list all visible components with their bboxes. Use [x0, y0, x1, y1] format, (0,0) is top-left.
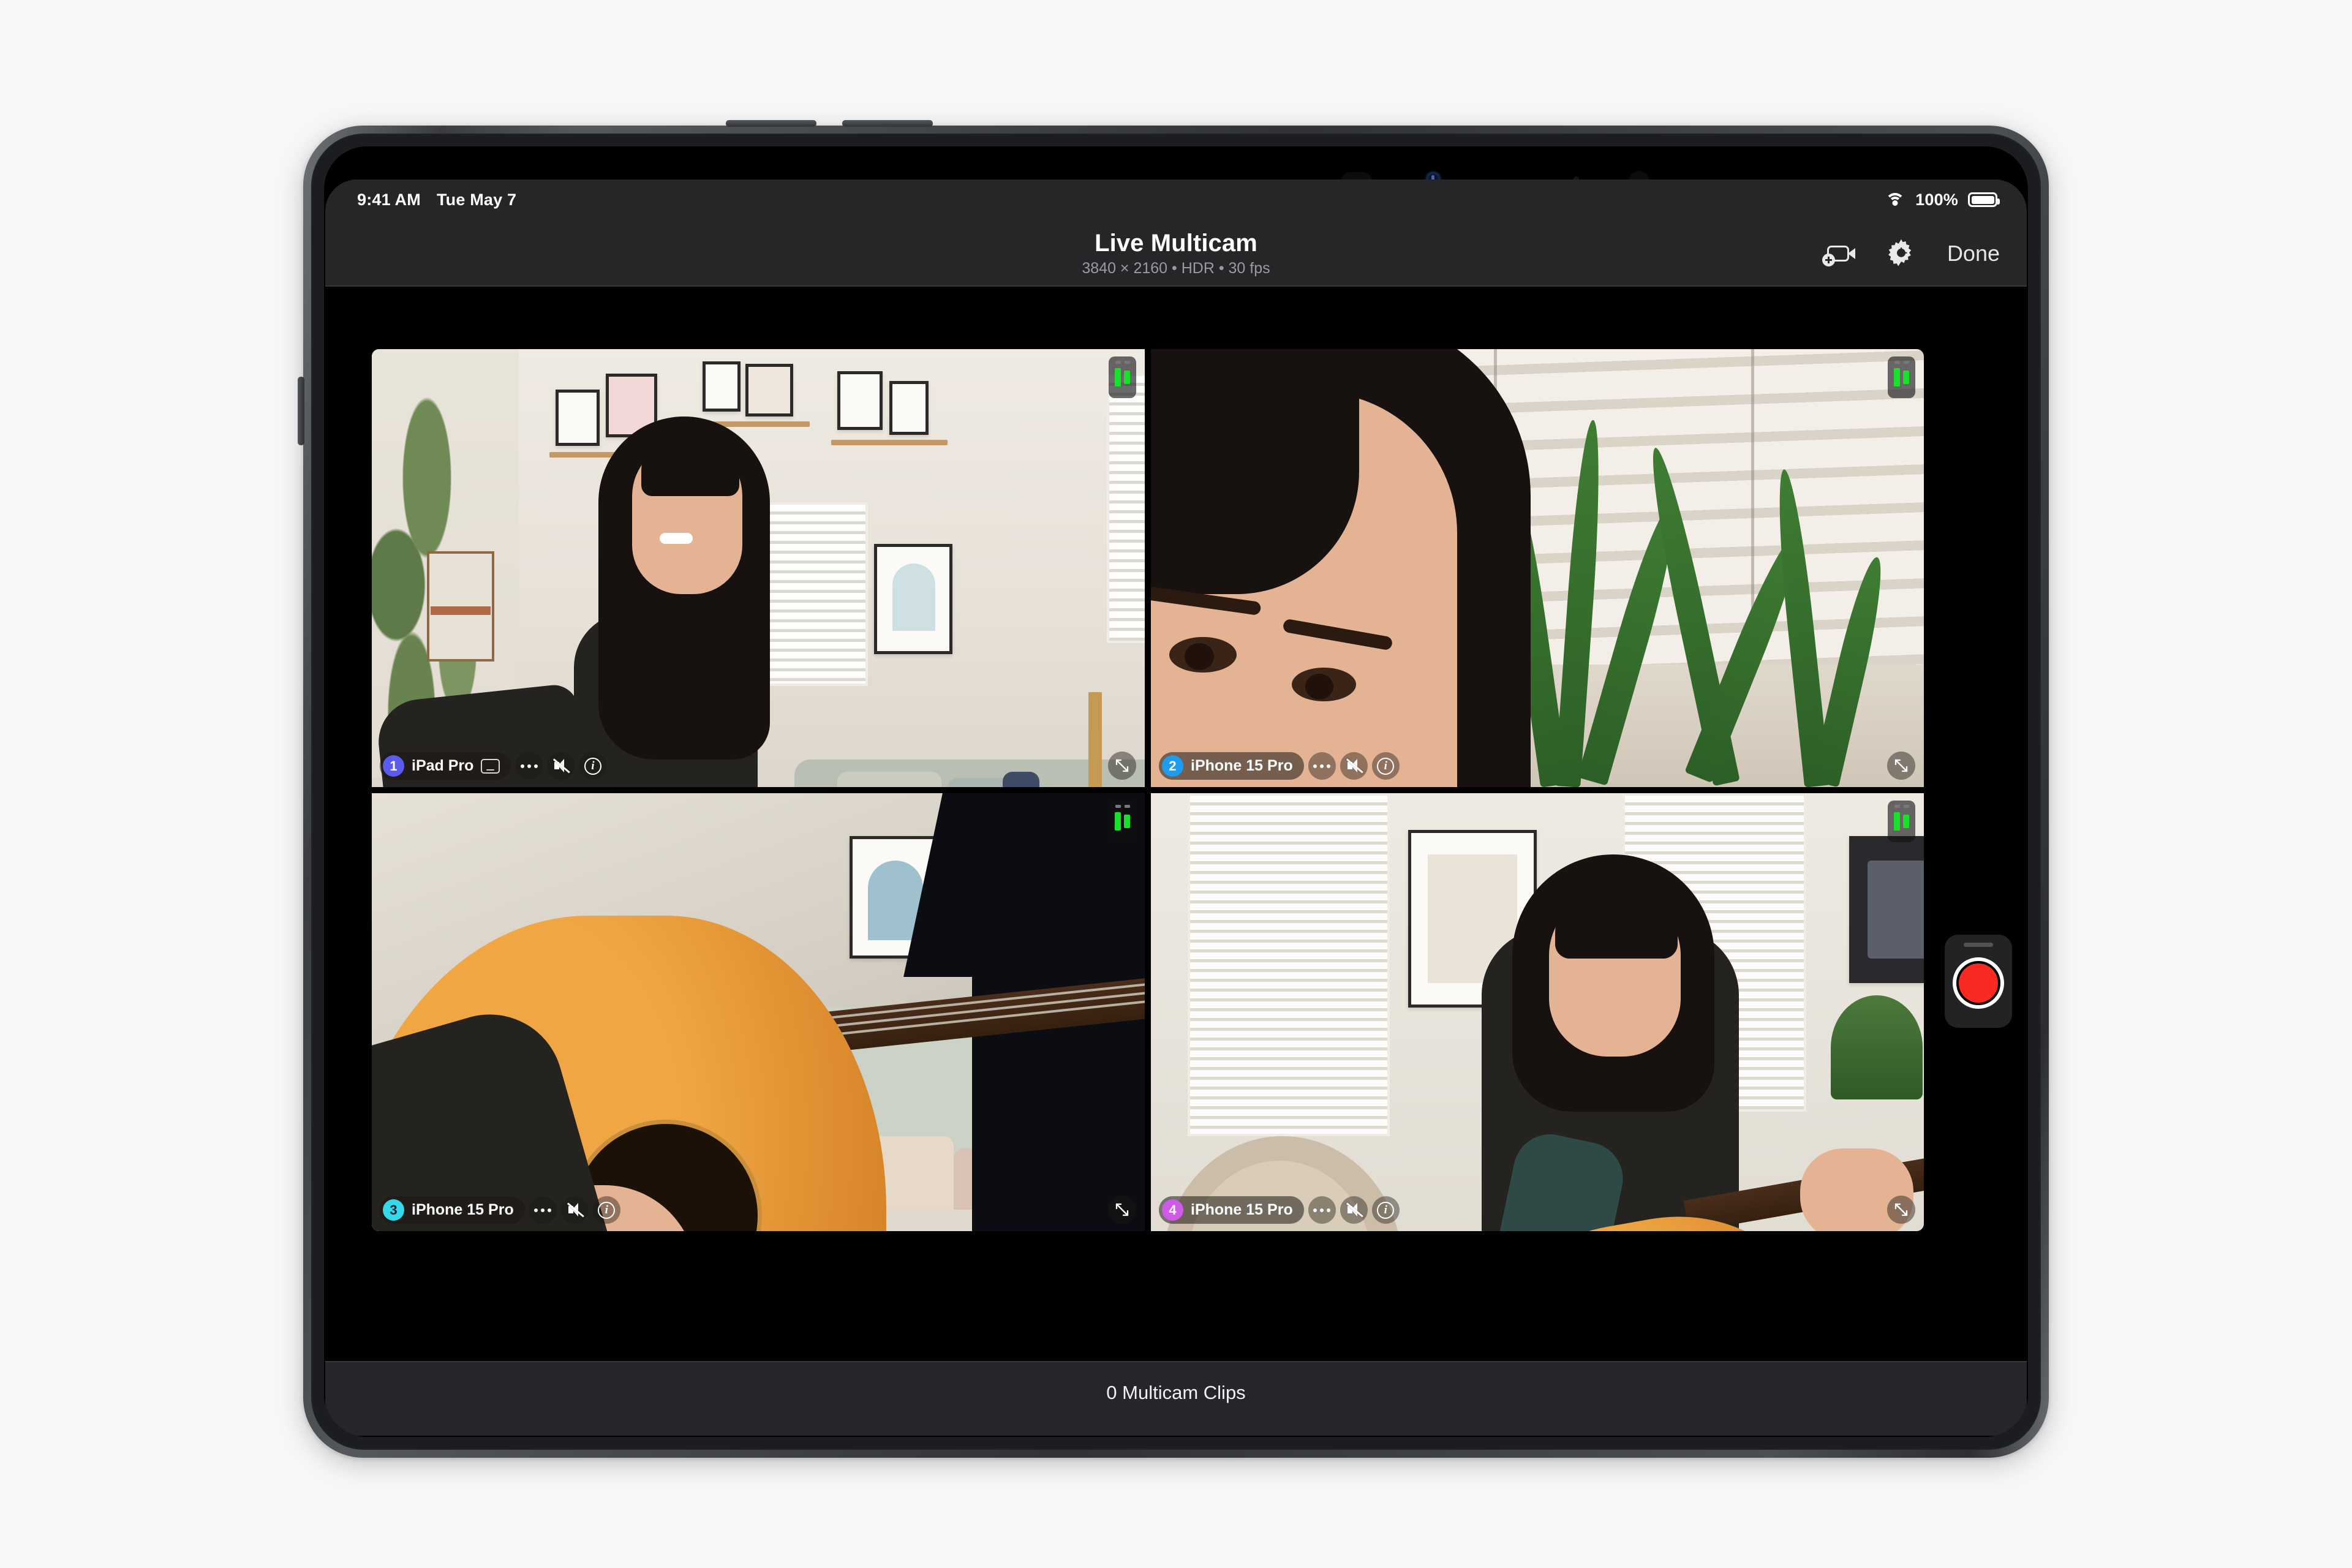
- clips-count-label: 0 Multicam Clips: [1106, 1382, 1246, 1403]
- volume-down-button[interactable]: [842, 120, 933, 127]
- device-name-label: iPhone 15 Pro: [412, 1201, 514, 1218]
- app-top-chrome: 9:41 AM Tue May 7 100% Live Multicam 384…: [325, 179, 2027, 287]
- ipad-icon: [481, 758, 500, 774]
- expand-icon[interactable]: [1887, 1196, 1915, 1224]
- info-icon[interactable]: i: [592, 1196, 620, 1224]
- speaker-mute-icon[interactable]: [1340, 1196, 1368, 1224]
- add-camera-icon[interactable]: [1822, 237, 1855, 270]
- multicam-stage: 1 iPad Pro i 2 iPhone 15 Pro i 3 iPhone …: [324, 287, 2028, 1437]
- camera-tile-1[interactable]: 1 iPad Pro i: [372, 349, 1145, 787]
- tile-controls-3: 3 iPhone 15 Pro i: [380, 1196, 620, 1224]
- more-options-icon[interactable]: [529, 1196, 557, 1224]
- camera-tile-4[interactable]: 4 iPhone 15 Pro i: [1151, 793, 1924, 1231]
- audio-level-meter: [1109, 356, 1136, 398]
- multicam-grid: 1 iPad Pro i 2 iPhone 15 Pro i 3 iPhone …: [372, 349, 1924, 1231]
- gear-icon[interactable]: [1885, 237, 1918, 270]
- camera-index-badge: 4: [1162, 1199, 1183, 1221]
- audio-level-meter: [1888, 356, 1915, 398]
- ipad-device-frame: 9:41 AM Tue May 7 100% Live Multicam 384…: [298, 120, 2049, 1458]
- device-name-label: iPad Pro: [412, 757, 474, 774]
- ipad-bezel: 9:41 AM Tue May 7 100% Live Multicam 384…: [311, 134, 2041, 1450]
- tile-controls-4: 4 iPhone 15 Pro i: [1159, 1196, 1400, 1224]
- device-pill-2[interactable]: 2 iPhone 15 Pro: [1159, 752, 1304, 780]
- format-subtitle: 3840 × 2160 • HDR • 30 fps: [1082, 260, 1270, 277]
- device-name-label: iPhone 15 Pro: [1191, 1201, 1293, 1218]
- expand-icon[interactable]: [1108, 752, 1136, 780]
- info-icon[interactable]: i: [579, 752, 607, 780]
- info-icon[interactable]: i: [1371, 1196, 1400, 1224]
- device-pill-4[interactable]: 4 iPhone 15 Pro: [1159, 1196, 1304, 1224]
- battery-percent: 100%: [1915, 190, 1958, 209]
- speaker-mute-icon[interactable]: [560, 1196, 589, 1224]
- device-pill-3[interactable]: 3 iPhone 15 Pro: [380, 1196, 525, 1224]
- volume-up-button[interactable]: [726, 120, 816, 127]
- page-title: Live Multicam: [1095, 229, 1257, 257]
- done-button[interactable]: Done: [1947, 241, 2000, 266]
- audio-level-meter: [1109, 801, 1136, 842]
- screenshot-stage: 9:41 AM Tue May 7 100% Live Multicam 384…: [0, 0, 2352, 1568]
- record-widget[interactable]: [1945, 935, 2012, 1028]
- more-options-icon[interactable]: [515, 752, 543, 780]
- battery-full-icon: [1968, 192, 2000, 207]
- wifi-icon: [1885, 192, 1905, 208]
- more-options-icon[interactable]: [1308, 752, 1336, 780]
- drag-handle[interactable]: [1964, 943, 1993, 947]
- video-preview-4: [1151, 793, 1924, 1231]
- status-bar: 9:41 AM Tue May 7 100%: [325, 179, 2027, 220]
- navbar-actions: Done: [1822, 220, 2000, 287]
- camera-index-badge: 1: [383, 755, 404, 777]
- audio-level-meter: [1888, 801, 1915, 842]
- record-button[interactable]: [1953, 957, 2004, 1009]
- device-pill-1[interactable]: 1 iPad Pro: [380, 752, 511, 780]
- video-preview-3: [372, 793, 1145, 1231]
- expand-icon[interactable]: [1108, 1196, 1136, 1224]
- device-name-label: iPhone 15 Pro: [1191, 757, 1293, 774]
- camera-tile-3[interactable]: 3 iPhone 15 Pro i: [372, 793, 1145, 1231]
- tile-controls-1: 1 iPad Pro i: [380, 752, 607, 780]
- navigation-bar: Live Multicam 3840 × 2160 • HDR • 30 fps: [325, 220, 2027, 287]
- ipad-screen: 9:41 AM Tue May 7 100% Live Multicam 384…: [324, 146, 2028, 1437]
- camera-tile-2[interactable]: 2 iPhone 15 Pro i: [1151, 349, 1924, 787]
- more-options-icon[interactable]: [1308, 1196, 1336, 1224]
- camera-index-badge: 2: [1162, 755, 1183, 777]
- status-date: Tue May 7: [436, 190, 517, 209]
- tile-controls-2: 2 iPhone 15 Pro i: [1159, 752, 1400, 780]
- power-button[interactable]: [298, 377, 304, 445]
- info-icon[interactable]: i: [1371, 752, 1400, 780]
- speaker-mute-icon[interactable]: [547, 752, 575, 780]
- status-time: 9:41 AM: [357, 190, 421, 209]
- video-preview-1: [372, 349, 1145, 787]
- video-preview-2: [1151, 349, 1924, 787]
- speaker-mute-icon[interactable]: [1340, 752, 1368, 780]
- clips-bar: 0 Multicam Clips: [325, 1361, 2027, 1436]
- camera-index-badge: 3: [383, 1199, 404, 1221]
- expand-icon[interactable]: [1887, 752, 1915, 780]
